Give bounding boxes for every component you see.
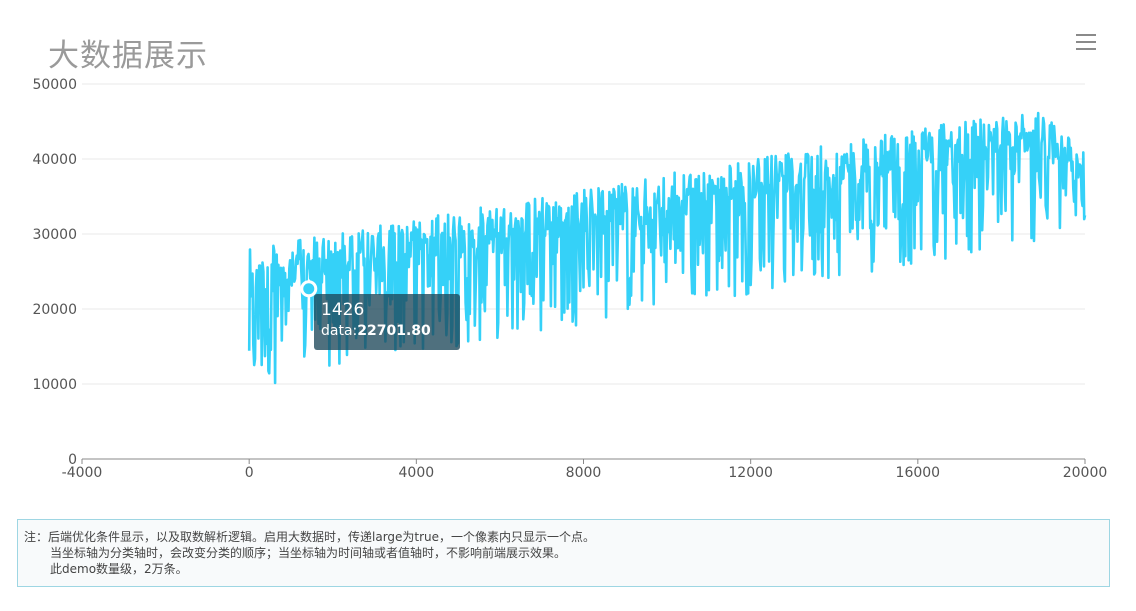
x-tick-label: 8000 <box>566 465 602 481</box>
tooltip: 1426 data:22701.80 <box>314 294 460 350</box>
x-tick-label: 16000 <box>896 465 941 481</box>
tooltip-data-value: 22701.80 <box>357 323 431 339</box>
note-line-3: 此demo数量级，2万条。 <box>50 562 188 576</box>
note-line-2: 当坐标轴为分类轴时，会改变分类的顺序；当坐标轴为时间轴或者值轴时，不影响前端展示… <box>50 546 567 560</box>
x-tick-label: 12000 <box>728 465 773 481</box>
y-tick-label: 30000 <box>32 227 77 243</box>
x-tick-label: -4000 <box>62 465 103 481</box>
tooltip-series-value: data:22701.80 <box>321 323 431 339</box>
tooltip-series-label: data <box>321 323 353 339</box>
x-tick-label: 4000 <box>399 465 435 481</box>
note-box: 注：后端优化条件显示，以及取数解析逻辑。启用大数据时，传递large为true，… <box>17 519 1110 587</box>
x-tick-label: 0 <box>245 465 254 481</box>
y-tick-label: 10000 <box>32 377 77 393</box>
x-axis-ticks: -4000 0 4000 8000 12000 16000 20000 <box>62 459 1108 481</box>
y-tick-label: 50000 <box>32 77 77 93</box>
note-line-1: 注：后端优化条件显示，以及取数解析逻辑。启用大数据时，传递large为true，… <box>24 530 596 544</box>
hover-point-marker[interactable] <box>300 280 318 298</box>
y-tick-label: 20000 <box>32 302 77 318</box>
y-tick-label: 40000 <box>32 152 77 168</box>
x-tick-label: 20000 <box>1063 465 1108 481</box>
tooltip-x-value: 1426 <box>321 300 365 320</box>
y-axis-ticks: 01000020000300004000050000 <box>32 77 77 468</box>
